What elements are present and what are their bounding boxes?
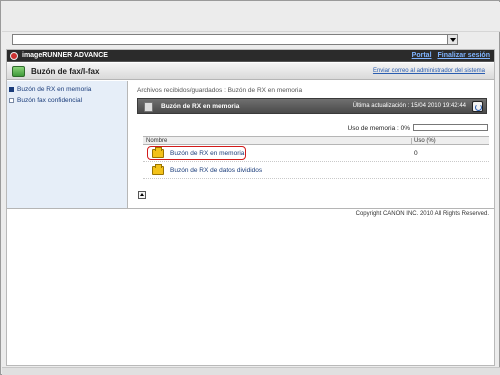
section-title: Buzón de RX en memoria bbox=[161, 103, 240, 110]
sidebar-item-confidential-fax-box[interactable]: Buzón fax confidencial bbox=[9, 97, 82, 104]
scroll-up-icon[interactable] bbox=[138, 191, 146, 199]
box-usage-value: 0 bbox=[414, 150, 418, 157]
top-links: Portal Finalizar sesión bbox=[408, 52, 490, 59]
sidebar-item-label: Buzón de RX en memoria bbox=[17, 86, 92, 93]
footer-divider bbox=[7, 208, 494, 209]
bullet-icon bbox=[9, 97, 14, 103]
memory-box-icon bbox=[144, 102, 153, 112]
browser-toolbar bbox=[2, 2, 500, 32]
column-header-name: Nombre bbox=[146, 138, 168, 144]
title-bar: Buzón de fax/I-fax Enviar correo al admi… bbox=[7, 63, 494, 80]
app-header-bar: imageRUNNER ADVANCE Portal Finalizar ses… bbox=[7, 50, 494, 62]
copyright-text: Copyright CANON INC. 2010 All Rights Res… bbox=[355, 211, 489, 217]
memory-usage-label: Uso de memoria : 0% bbox=[347, 125, 411, 132]
box-table: Nombre Uso (%) Buzón de RX en memoria 0 … bbox=[143, 136, 489, 179]
address-dropdown-button[interactable] bbox=[447, 35, 457, 44]
memory-usage-bar bbox=[413, 124, 488, 131]
folder-icon[interactable] bbox=[152, 147, 164, 158]
table-header: Nombre Uso (%) bbox=[143, 136, 489, 145]
last-update-text: Última actualización : 15/04 2010 19:42:… bbox=[352, 103, 466, 109]
breadcrumb: Archivos recibidos/guardados : Buzón de … bbox=[137, 87, 303, 94]
selected-bullet-icon bbox=[9, 86, 14, 92]
browser-window: imageRUNNER ADVANCE Portal Finalizar ses… bbox=[0, 0, 500, 375]
table-row: Buzón de RX de datos divididos bbox=[143, 162, 489, 179]
fax-box-icon bbox=[12, 66, 25, 77]
sidebar-item-memory-rx-box[interactable]: Buzón de RX en memoria bbox=[9, 86, 91, 93]
section-header: Buzón de RX en memoria Última actualizac… bbox=[137, 98, 487, 114]
sidebar-item-label: Buzón fax confidencial bbox=[17, 97, 83, 104]
logout-link[interactable]: Finalizar sesión bbox=[437, 52, 490, 59]
canon-logo-icon bbox=[10, 52, 18, 60]
box-link-divided-data-rx[interactable]: Buzón de RX de datos divididos bbox=[170, 167, 262, 174]
refresh-button[interactable] bbox=[472, 101, 483, 112]
box-link-memory-rx[interactable]: Buzón de RX en memoria bbox=[170, 150, 244, 157]
column-header-usage: Uso (%) bbox=[411, 138, 436, 145]
email-admin-link[interactable]: Enviar correo al administrador del siste… bbox=[373, 68, 485, 74]
portal-link[interactable]: Portal bbox=[412, 52, 432, 59]
folder-icon[interactable] bbox=[152, 164, 164, 175]
web-page: imageRUNNER ADVANCE Portal Finalizar ses… bbox=[6, 49, 495, 366]
sidebar: Buzón de RX en memoria Buzón fax confide… bbox=[7, 81, 128, 208]
address-bar[interactable] bbox=[12, 34, 458, 45]
browser-status-bar bbox=[2, 367, 500, 375]
app-name: imageRUNNER ADVANCE bbox=[22, 52, 108, 59]
table-row: Buzón de RX en memoria 0 bbox=[143, 145, 489, 162]
page-title: Buzón de fax/I-fax bbox=[31, 67, 100, 76]
main-content: Archivos recibidos/guardados : Buzón de … bbox=[129, 81, 494, 208]
